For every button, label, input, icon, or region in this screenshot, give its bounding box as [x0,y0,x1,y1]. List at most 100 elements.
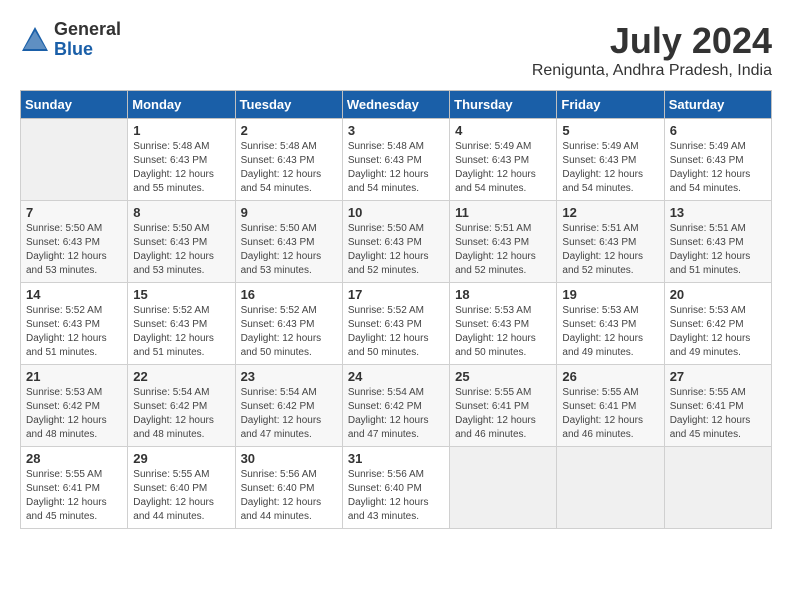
cell-info: Sunrise: 5:55 AM Sunset: 6:40 PM Dayligh… [133,468,229,524]
cell-info: Sunrise: 5:49 AM Sunset: 6:43 PM Dayligh… [562,140,658,196]
logo-icon [20,25,50,55]
day-number: 29 [133,451,229,466]
day-number: 10 [348,205,444,220]
cell-info: Sunrise: 5:48 AM Sunset: 6:43 PM Dayligh… [241,140,337,196]
calendar-cell [21,119,128,201]
calendar-cell: 14 Sunrise: 5:52 AM Sunset: 6:43 PM Dayli… [21,283,128,365]
day-number: 22 [133,369,229,384]
day-number: 26 [562,369,658,384]
calendar-cell: 26 Sunrise: 5:55 AM Sunset: 6:41 PM Dayli… [557,365,664,447]
title-block: July 2024 Renigunta, Andhra Pradesh, Ind… [532,20,772,80]
day-number: 24 [348,369,444,384]
cell-info: Sunrise: 5:48 AM Sunset: 6:43 PM Dayligh… [133,140,229,196]
calendar-cell: 28 Sunrise: 5:55 AM Sunset: 6:41 PM Dayli… [21,447,128,529]
week-row-3: 14 Sunrise: 5:52 AM Sunset: 6:43 PM Dayli… [21,283,772,365]
header-monday: Monday [128,91,235,119]
location: Renigunta, Andhra Pradesh, India [532,62,772,80]
day-number: 30 [241,451,337,466]
day-number: 3 [348,123,444,138]
day-number: 14 [26,287,122,302]
calendar-cell: 5 Sunrise: 5:49 AM Sunset: 6:43 PM Daylig… [557,119,664,201]
day-number: 28 [26,451,122,466]
week-row-4: 21 Sunrise: 5:53 AM Sunset: 6:42 PM Dayli… [21,365,772,447]
day-number: 11 [455,205,551,220]
cell-info: Sunrise: 5:52 AM Sunset: 6:43 PM Dayligh… [26,304,122,360]
cell-info: Sunrise: 5:55 AM Sunset: 6:41 PM Dayligh… [26,468,122,524]
day-number: 17 [348,287,444,302]
calendar-cell: 16 Sunrise: 5:52 AM Sunset: 6:43 PM Dayli… [235,283,342,365]
page-header: General Blue July 2024 Renigunta, Andhra… [20,20,772,80]
header-sunday: Sunday [21,91,128,119]
day-number: 25 [455,369,551,384]
header-friday: Friday [557,91,664,119]
logo: General Blue [20,20,121,60]
week-row-2: 7 Sunrise: 5:50 AM Sunset: 6:43 PM Daylig… [21,201,772,283]
cell-info: Sunrise: 5:49 AM Sunset: 6:43 PM Dayligh… [455,140,551,196]
week-row-5: 28 Sunrise: 5:55 AM Sunset: 6:41 PM Dayli… [21,447,772,529]
cell-info: Sunrise: 5:53 AM Sunset: 6:43 PM Dayligh… [455,304,551,360]
cell-info: Sunrise: 5:53 AM Sunset: 6:42 PM Dayligh… [670,304,766,360]
day-number: 7 [26,205,122,220]
day-number: 12 [562,205,658,220]
cell-info: Sunrise: 5:51 AM Sunset: 6:43 PM Dayligh… [455,222,551,278]
calendar-cell: 25 Sunrise: 5:55 AM Sunset: 6:41 PM Dayli… [450,365,557,447]
calendar-cell: 21 Sunrise: 5:53 AM Sunset: 6:42 PM Dayli… [21,365,128,447]
calendar-cell: 8 Sunrise: 5:50 AM Sunset: 6:43 PM Daylig… [128,201,235,283]
cell-info: Sunrise: 5:56 AM Sunset: 6:40 PM Dayligh… [348,468,444,524]
calendar-cell: 22Sunrise: 5:54 AM Sunset: 6:42 PM Dayli… [128,365,235,447]
month-year: July 2024 [532,20,772,62]
calendar-cell: 7 Sunrise: 5:50 AM Sunset: 6:43 PM Daylig… [21,201,128,283]
calendar-cell: 24Sunrise: 5:54 AM Sunset: 6:42 PM Dayli… [342,365,449,447]
header-saturday: Saturday [664,91,771,119]
cell-info: Sunrise: 5:48 AM Sunset: 6:43 PM Dayligh… [348,140,444,196]
calendar-cell: 6 Sunrise: 5:49 AM Sunset: 6:43 PM Daylig… [664,119,771,201]
cell-info: Sunrise: 5:51 AM Sunset: 6:43 PM Dayligh… [562,222,658,278]
day-number: 5 [562,123,658,138]
cell-info: Sunrise: 5:49 AM Sunset: 6:43 PM Dayligh… [670,140,766,196]
calendar-cell: 12 Sunrise: 5:51 AM Sunset: 6:43 PM Dayli… [557,201,664,283]
day-number: 1 [133,123,229,138]
calendar-cell: 29 Sunrise: 5:55 AM Sunset: 6:40 PM Dayli… [128,447,235,529]
day-number: 9 [241,205,337,220]
cell-info: Sunrise: 5:52 AM Sunset: 6:43 PM Dayligh… [241,304,337,360]
day-number: 16 [241,287,337,302]
week-row-1: 1 Sunrise: 5:48 AM Sunset: 6:43 PM Daylig… [21,119,772,201]
calendar-cell: 2Sunrise: 5:48 AM Sunset: 6:43 PM Daylig… [235,119,342,201]
cell-info: Sunrise: 5:50 AM Sunset: 6:43 PM Dayligh… [133,222,229,278]
header-wednesday: Wednesday [342,91,449,119]
calendar-cell: 18 Sunrise: 5:53 AM Sunset: 6:43 PM Dayli… [450,283,557,365]
header-thursday: Thursday [450,91,557,119]
cell-info: Sunrise: 5:55 AM Sunset: 6:41 PM Dayligh… [455,386,551,442]
cell-info: Sunrise: 5:50 AM Sunset: 6:43 PM Dayligh… [241,222,337,278]
calendar-cell [450,447,557,529]
calendar-cell: 13Sunrise: 5:51 AM Sunset: 6:43 PM Dayli… [664,201,771,283]
day-number: 18 [455,287,551,302]
calendar-table: SundayMondayTuesdayWednesdayThursdayFrid… [20,90,772,529]
day-number: 6 [670,123,766,138]
day-number: 15 [133,287,229,302]
calendar-cell: 9 Sunrise: 5:50 AM Sunset: 6:43 PM Daylig… [235,201,342,283]
cell-info: Sunrise: 5:52 AM Sunset: 6:43 PM Dayligh… [348,304,444,360]
day-number: 8 [133,205,229,220]
calendar-cell: 20 Sunrise: 5:53 AM Sunset: 6:42 PM Dayli… [664,283,771,365]
cell-info: Sunrise: 5:53 AM Sunset: 6:43 PM Dayligh… [562,304,658,360]
cell-info: Sunrise: 5:50 AM Sunset: 6:43 PM Dayligh… [348,222,444,278]
day-number: 20 [670,287,766,302]
cell-info: Sunrise: 5:53 AM Sunset: 6:42 PM Dayligh… [26,386,122,442]
calendar-cell: 19Sunrise: 5:53 AM Sunset: 6:43 PM Dayli… [557,283,664,365]
cell-info: Sunrise: 5:55 AM Sunset: 6:41 PM Dayligh… [562,386,658,442]
day-number: 4 [455,123,551,138]
calendar-cell: 17 Sunrise: 5:52 AM Sunset: 6:43 PM Dayli… [342,283,449,365]
cell-info: Sunrise: 5:52 AM Sunset: 6:43 PM Dayligh… [133,304,229,360]
calendar-cell: 10 Sunrise: 5:50 AM Sunset: 6:43 PM Dayli… [342,201,449,283]
day-number: 21 [26,369,122,384]
calendar-cell: 11 Sunrise: 5:51 AM Sunset: 6:43 PM Dayli… [450,201,557,283]
logo-text: General Blue [54,20,121,60]
logo-blue: Blue [54,40,121,60]
cell-info: Sunrise: 5:54 AM Sunset: 6:42 PM Dayligh… [241,386,337,442]
day-number: 23 [241,369,337,384]
cell-info: Sunrise: 5:50 AM Sunset: 6:43 PM Dayligh… [26,222,122,278]
calendar-cell [557,447,664,529]
calendar-cell: 15 Sunrise: 5:52 AM Sunset: 6:43 PM Dayli… [128,283,235,365]
calendar-cell: 1 Sunrise: 5:48 AM Sunset: 6:43 PM Daylig… [128,119,235,201]
